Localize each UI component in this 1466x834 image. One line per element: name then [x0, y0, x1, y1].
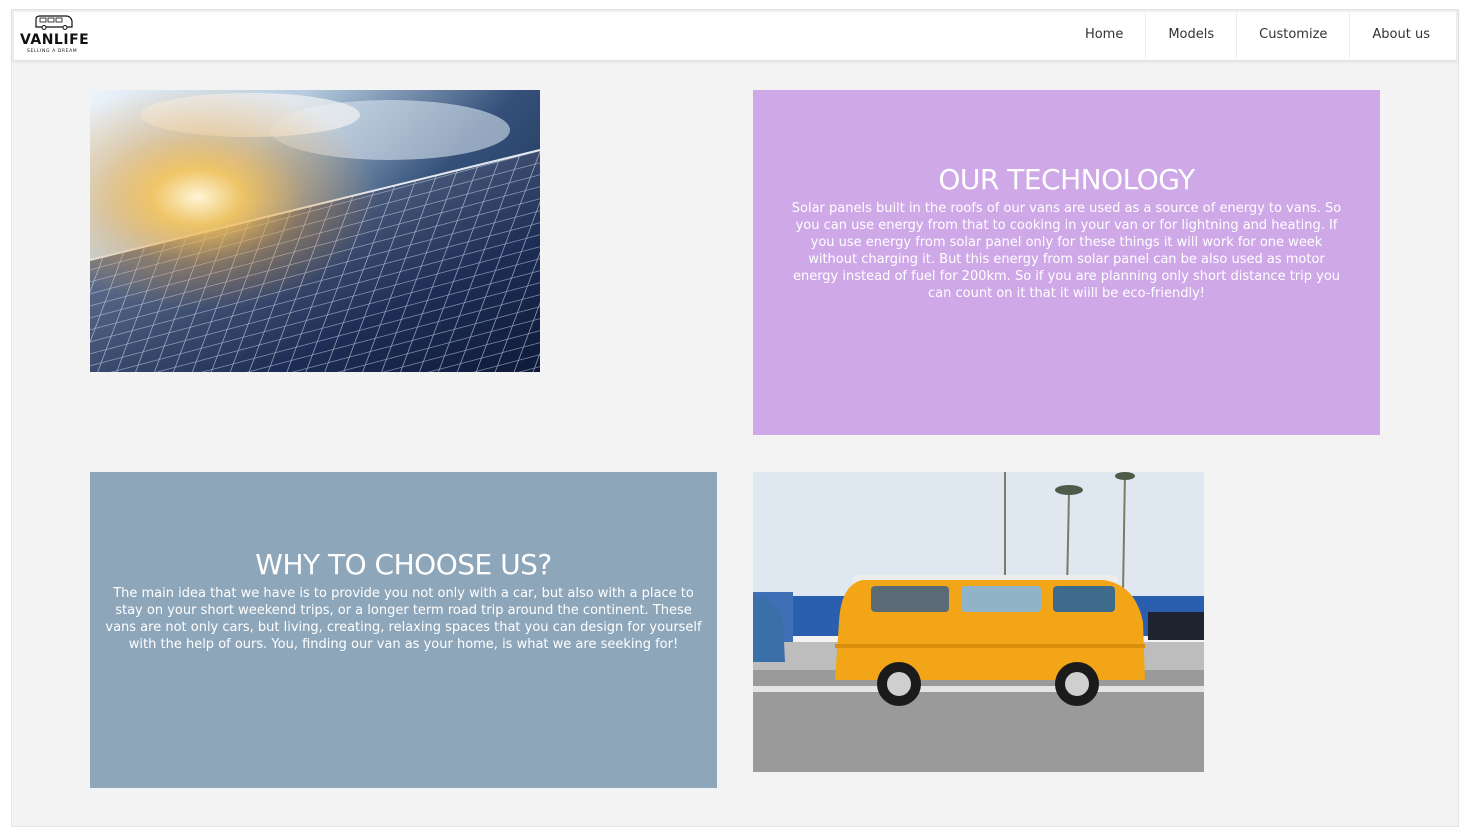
nav-home[interactable]: Home — [1063, 12, 1145, 58]
top-navbar: VANLIFE SELLING A DREAM Home Models Cust… — [12, 10, 1458, 61]
nav-customize[interactable]: Customize — [1236, 12, 1349, 58]
main-nav: Home Models Customize About us — [1063, 12, 1452, 60]
page-frame: VANLIFE SELLING A DREAM Home Models Cust… — [12, 10, 1458, 826]
nav-models[interactable]: Models — [1145, 12, 1236, 58]
why-title: WHY TO CHOOSE US? — [255, 547, 552, 581]
brand-logo[interactable]: VANLIFE SELLING A DREAM — [18, 14, 108, 58]
solar-panels-image — [90, 90, 540, 372]
technology-title: OUR TECHNOLOGY — [938, 163, 1195, 196]
nav-about-us[interactable]: About us — [1349, 12, 1452, 58]
van-icon — [35, 15, 73, 30]
technology-section: OUR TECHNOLOGY Solar panels built in the… — [753, 90, 1380, 435]
brand-name: VANLIFE — [20, 32, 90, 48]
yellow-van-image — [753, 472, 1204, 772]
why-choose-us-section: WHY TO CHOOSE US? The main idea that we … — [90, 472, 717, 788]
technology-body: Solar panels built in the roofs of our v… — [791, 201, 1342, 301]
brand-tagline: SELLING A DREAM — [27, 49, 78, 54]
why-body: The main idea that we have is to provide… — [105, 585, 702, 652]
